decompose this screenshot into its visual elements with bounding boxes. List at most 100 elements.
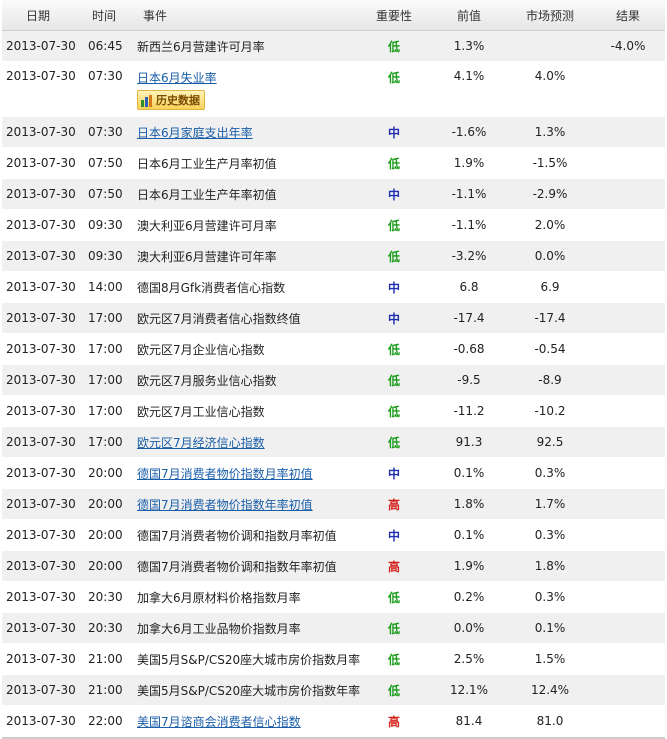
cell-event: 加拿大6月工业品物价指数月率: [133, 612, 359, 644]
cell-result: [591, 488, 665, 520]
cell-event: 日本6月工业生产月率初值: [133, 147, 359, 179]
cell-result: [591, 364, 665, 396]
economic-calendar: 日期 时间 事件 重要性 前值 市场预测 结果 2013-07-30 06:45…: [2, 0, 665, 739]
cell-forecast: -8.9: [509, 364, 591, 396]
cell-forecast: 0.3%: [509, 581, 591, 613]
cell-importance: 低: [359, 30, 429, 62]
cell-time: 20:30: [86, 612, 133, 644]
cell-importance: 高: [359, 705, 429, 737]
col-header-date: 日期: [2, 0, 86, 31]
cell-result: [591, 612, 665, 644]
cell-date: 2013-07-30: [2, 705, 86, 737]
col-header-forecast: 市场预测: [509, 0, 591, 31]
cell-time: 17:00: [86, 364, 133, 396]
cell-time: 07:30: [86, 61, 133, 117]
cell-previous: 2.5%: [429, 643, 509, 675]
col-header-time: 时间: [86, 0, 133, 31]
table-row: 2013-07-30 17:00 欧元区7月企业信心指数 低 -0.68 -0.…: [2, 333, 665, 365]
cell-date: 2013-07-30: [2, 395, 86, 427]
col-header-previous: 前值: [429, 0, 509, 31]
event-link[interactable]: 日本6月家庭支出年率: [137, 126, 253, 140]
cell-forecast: 81.0: [509, 705, 591, 737]
cell-event: 日本6月失业率历史数据: [133, 61, 359, 117]
cell-result: [591, 147, 665, 179]
cell-event: 德国8月Gfk消费者信心指数: [133, 271, 359, 303]
cell-previous: -17.4: [429, 302, 509, 334]
table-row: 2013-07-30 17:00 欧元区7月工业信心指数 低 -11.2 -10…: [2, 395, 665, 427]
cell-forecast: 1.3%: [509, 116, 591, 148]
cell-forecast: 6.9: [509, 271, 591, 303]
cell-event: 欧元区7月消费者信心指数终值: [133, 302, 359, 334]
cell-event: 德国7月消费者物价指数年率初值: [133, 488, 359, 520]
cell-forecast: 1.7%: [509, 488, 591, 520]
table-row: 2013-07-30 20:00 德国7月消费者物价指数月率初值 中 0.1% …: [2, 457, 665, 489]
cell-previous: 0.1%: [429, 519, 509, 551]
cell-event: 日本6月家庭支出年率: [133, 116, 359, 148]
cell-date: 2013-07-30: [2, 302, 86, 334]
event-link[interactable]: 德国7月消费者物价指数月率初值: [137, 467, 313, 481]
cell-date: 2013-07-30: [2, 271, 86, 303]
cell-forecast: -17.4: [509, 302, 591, 334]
event-link[interactable]: 欧元区7月经济信心指数: [137, 436, 265, 450]
cell-forecast: -1.5%: [509, 147, 591, 179]
cell-previous: 6.8: [429, 271, 509, 303]
cell-importance: 低: [359, 395, 429, 427]
cell-time: 09:30: [86, 240, 133, 272]
cell-date: 2013-07-30: [2, 674, 86, 706]
cell-importance: 低: [359, 333, 429, 365]
cell-time: 22:00: [86, 705, 133, 737]
cell-time: 09:30: [86, 209, 133, 241]
cell-event: 欧元区7月服务业信心指数: [133, 364, 359, 396]
cell-forecast: 92.5: [509, 426, 591, 458]
table-row: 2013-07-30 22:00 美国7月谘商会消费者信心指数 高 81.4 8…: [2, 705, 665, 737]
cell-date: 2013-07-30: [2, 209, 86, 241]
cell-importance: 高: [359, 488, 429, 520]
cell-forecast: -2.9%: [509, 178, 591, 210]
history-data-button[interactable]: 历史数据: [137, 90, 205, 110]
cell-date: 2013-07-30: [2, 550, 86, 582]
cell-forecast: [509, 30, 591, 62]
cell-importance: 低: [359, 581, 429, 613]
col-header-importance: 重要性: [359, 0, 429, 31]
cell-result: [591, 674, 665, 706]
header-row: 日期 时间 事件 重要性 前值 市场预测 结果: [2, 0, 665, 31]
cell-time: 17:00: [86, 426, 133, 458]
cell-previous: -9.5: [429, 364, 509, 396]
cell-event: 德国7月消费者物价指数月率初值: [133, 457, 359, 489]
cell-importance: 高: [359, 550, 429, 582]
cell-result: [591, 519, 665, 551]
cell-time: 07:50: [86, 178, 133, 210]
cell-result: [591, 426, 665, 458]
cell-time: 20:30: [86, 581, 133, 613]
cell-date: 2013-07-30: [2, 178, 86, 210]
cell-previous: 0.2%: [429, 581, 509, 613]
cell-time: 21:00: [86, 643, 133, 675]
cell-event: 美国5月S&P/CS20座大城市房价指数月率: [133, 643, 360, 675]
cell-event: 澳大利亚6月营建许可月率: [133, 209, 359, 241]
calendar-table: 日期 时间 事件 重要性 前值 市场预测 结果 2013-07-30 06:45…: [2, 0, 665, 737]
table-row: 2013-07-30 21:00 美国5月S&P/CS20座大城市房价指数月率 …: [2, 643, 665, 675]
cell-previous: -1.6%: [429, 116, 509, 148]
table-row: 2013-07-30 09:30 澳大利亚6月营建许可月率 低 -1.1% 2.…: [2, 209, 665, 241]
cell-time: 20:00: [86, 550, 133, 582]
cell-previous: 1.8%: [429, 488, 509, 520]
cell-importance: 低: [359, 147, 429, 179]
col-header-event: 事件: [133, 0, 359, 31]
cell-previous: 1.9%: [429, 550, 509, 582]
cell-result: [591, 550, 665, 582]
cell-date: 2013-07-30: [2, 612, 86, 644]
cell-importance: 中: [359, 457, 429, 489]
table-row: 2013-07-30 07:30 日本6月家庭支出年率 中 -1.6% 1.3%: [2, 116, 665, 148]
cell-event: 欧元区7月企业信心指数: [133, 333, 359, 365]
cell-event: 美国5月S&P/CS20座大城市房价指数年率: [133, 674, 360, 706]
cell-result: [591, 581, 665, 613]
cell-time: 14:00: [86, 271, 133, 303]
cell-event: 日本6月工业生产年率初值: [133, 178, 359, 210]
event-link[interactable]: 德国7月消费者物价指数年率初值: [137, 498, 313, 512]
cell-result: [591, 209, 665, 241]
cell-event: 新西兰6月营建许可月率: [133, 30, 359, 62]
cell-date: 2013-07-30: [2, 240, 86, 272]
event-link[interactable]: 日本6月失业率: [137, 71, 217, 85]
cell-importance: 低: [359, 364, 429, 396]
cell-result: [591, 333, 665, 365]
